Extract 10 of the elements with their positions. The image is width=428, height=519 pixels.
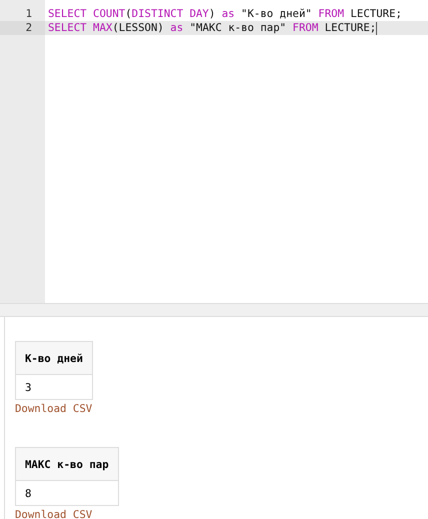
table-cell: 3: [16, 374, 92, 400]
download-csv-link[interactable]: Download CSV: [15, 402, 92, 415]
column-header: К-во дней: [16, 342, 92, 374]
download-csv-link[interactable]: Download CSV: [15, 508, 92, 519]
horizontal-scrollbar[interactable]: [0, 304, 428, 317]
line-number: 2: [0, 21, 45, 35]
column-header: МАКС к-во пар: [16, 448, 118, 480]
line-number: 1: [24, 7, 33, 21]
code-line[interactable]: SELECT COUNT(DISTINCT DAY) as "К-во дней" FROM LECTURE;: [45, 7, 428, 21]
table-cell: 8: [16, 480, 118, 506]
